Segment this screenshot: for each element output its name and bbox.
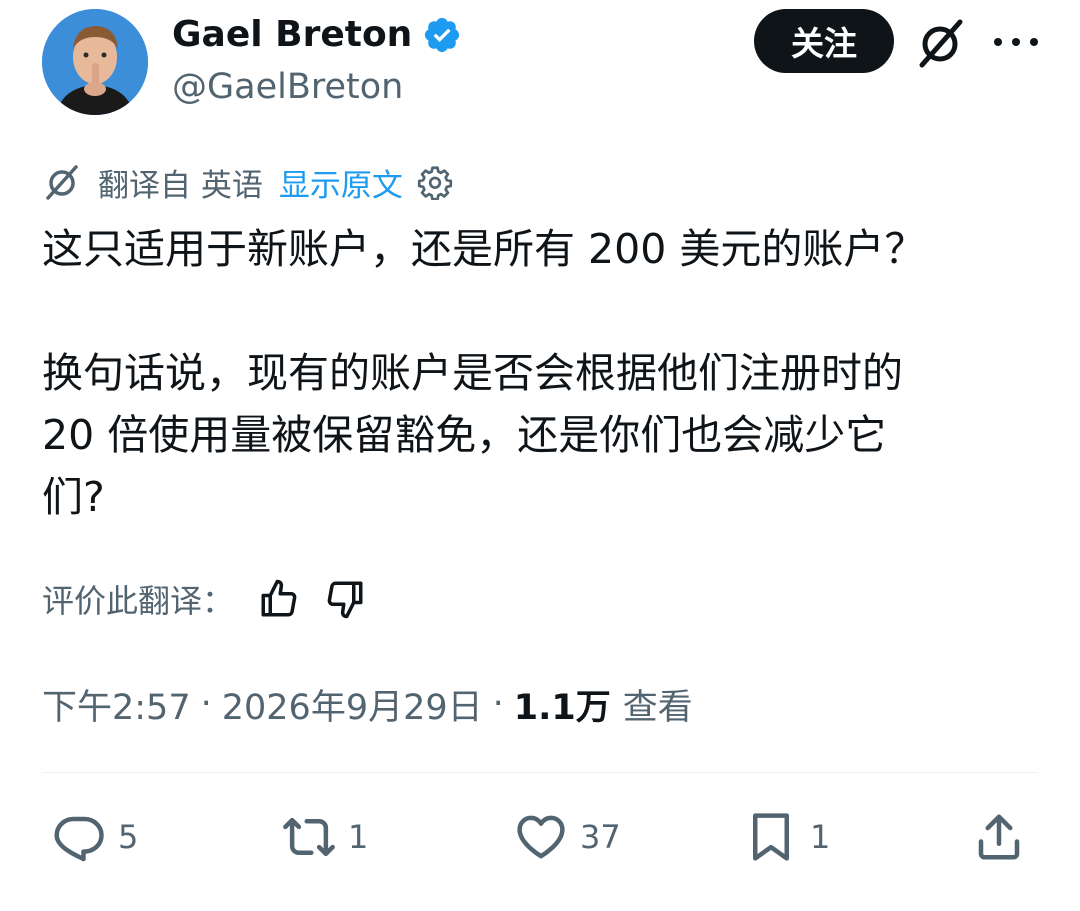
reply-icon: [54, 816, 104, 862]
tweet-card: Gael Breton @GaelBreton 关注 翻译自 英语 显示原文 这…: [0, 0, 1080, 911]
grok-translate-icon: [46, 165, 78, 200]
avatar-image: [42, 9, 148, 115]
share-button[interactable]: [972, 810, 1026, 864]
reply-count: 5: [118, 818, 139, 856]
bookmark-button[interactable]: 1: [744, 810, 830, 864]
more-icon: [994, 38, 1002, 46]
author-name-row[interactable]: Gael Breton: [172, 12, 462, 58]
meta-separator: ·: [492, 684, 504, 724]
avatar[interactable]: [42, 9, 148, 115]
retweet-button[interactable]: 1: [282, 810, 368, 864]
author-handle[interactable]: @GaelBreton: [172, 64, 403, 110]
gear-icon[interactable]: [417, 164, 453, 200]
reply-button[interactable]: 5: [52, 810, 138, 864]
like-count: 37: [580, 818, 621, 856]
grok-icon: [919, 19, 963, 68]
views-count[interactable]: 1.1万: [514, 679, 611, 730]
bookmark-count: 1: [810, 818, 831, 856]
verified-badge-icon: [425, 17, 460, 53]
tweet-meta: 下午2:57 · 2026年9月29日 · 1.1万 查看: [42, 680, 693, 728]
rate-translation: 评价此翻译：: [42, 576, 366, 622]
rate-translation-label: 评价此翻译：: [42, 582, 235, 620]
share-icon: [978, 814, 1020, 860]
divider: [42, 772, 1038, 773]
thumbs-down-icon[interactable]: [324, 578, 366, 620]
tweet-date[interactable]: 2026年9月29日: [222, 679, 483, 730]
translated-from-label: 翻译自 英语: [98, 167, 263, 204]
retweet-count: 1: [348, 818, 369, 856]
meta-separator: ·: [200, 684, 212, 724]
author-display-name[interactable]: Gael Breton: [172, 12, 412, 58]
bookmark-icon: [753, 813, 789, 861]
views-label: 查看: [622, 687, 693, 728]
tweet-time[interactable]: 下午2:57: [42, 679, 191, 730]
retweet-icon: [283, 817, 335, 857]
like-button[interactable]: 37: [514, 810, 621, 864]
translation-bar: 翻译自 英语 显示原文: [42, 160, 453, 204]
thumbs-up-icon[interactable]: [258, 578, 300, 620]
heart-icon: [517, 815, 565, 859]
more-button[interactable]: [994, 24, 1038, 60]
show-original-link[interactable]: 显示原文: [279, 160, 403, 205]
tweet-text: 这只适用于新账户，还是所有 200 美元的账户？ 换句话说，现有的账户是否会根据…: [42, 225, 926, 521]
follow-button[interactable]: 关注: [754, 9, 894, 73]
grok-button[interactable]: [912, 15, 968, 71]
